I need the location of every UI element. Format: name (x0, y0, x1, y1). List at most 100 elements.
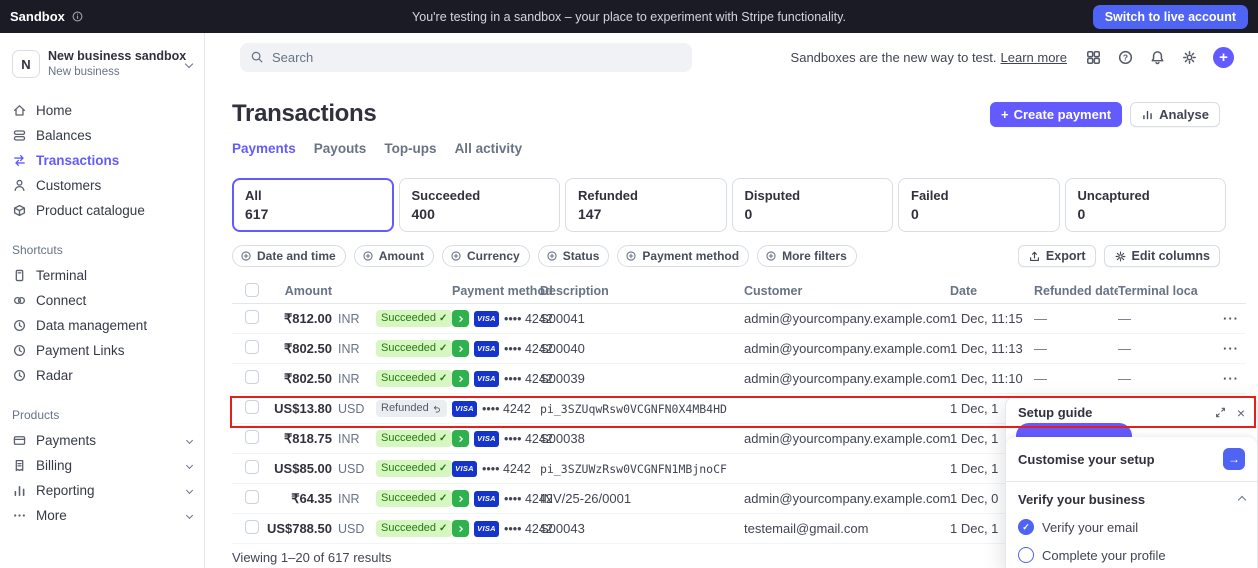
row-checkbox[interactable] (245, 340, 259, 354)
sidebar-item-data-management[interactable]: Data management (0, 313, 204, 338)
customer: admin@yourcompany.example.com (744, 491, 950, 506)
notifications-icon[interactable] (1149, 49, 1166, 66)
sidebar-item-home[interactable]: Home (0, 98, 204, 123)
info-icon[interactable] (71, 10, 84, 23)
learn-more-link[interactable]: Learn more (1001, 50, 1067, 65)
settings-icon[interactable] (1181, 49, 1198, 66)
analyse-button[interactable]: Analyse (1130, 102, 1220, 127)
amount: US$788.50 (266, 521, 332, 536)
payment-method: VISA•••• 4242 (444, 520, 540, 537)
sidebar-item-reporting[interactable]: Reporting (0, 478, 204, 503)
sidebar-item-label: More (36, 508, 67, 523)
sidebar-item-customers[interactable]: Customers (0, 173, 204, 198)
filter-chip-payment-method[interactable]: Payment method (617, 245, 749, 267)
row-overflow-button[interactable]: ··· (1216, 311, 1246, 326)
transaction-row[interactable]: ₹802.50INRSucceeded✓VISA•••• 4242S00040a… (232, 334, 1246, 364)
sidebar-item-label: Billing (36, 458, 72, 473)
edit-columns-button[interactable]: Edit columns (1104, 245, 1220, 267)
column-header-refunded-date[interactable]: Refunded date (1034, 284, 1118, 298)
circle-plus-icon (240, 250, 252, 262)
sidebar-item-payment-links[interactable]: Payment Links (0, 338, 204, 363)
filter-chip-amount[interactable]: Amount (354, 245, 434, 267)
row-checkbox[interactable] (245, 370, 259, 384)
transaction-row[interactable]: ₹812.00INRSucceeded✓VISA•••• 4242S00041a… (232, 304, 1246, 334)
account-switcher[interactable]: N New business sandbox New business (0, 45, 204, 83)
search-bar[interactable] (240, 43, 692, 72)
sidebar-item-billing[interactable]: Billing (0, 453, 204, 478)
sidebar-item-transactions[interactable]: Transactions (0, 148, 204, 173)
help-icon[interactable]: ? (1117, 49, 1134, 66)
column-header-customer[interactable]: Customer (744, 284, 950, 298)
switch-to-live-button[interactable]: Switch to live account (1093, 5, 1248, 29)
tabs: Payments Payouts Top-ups All activity (232, 141, 1246, 156)
row-checkbox[interactable] (245, 400, 259, 414)
column-header-amount[interactable]: Amount (266, 284, 332, 298)
row-checkbox[interactable] (245, 520, 259, 534)
summary-card-all[interactable]: All617 (232, 178, 394, 232)
close-icon[interactable]: × (1237, 406, 1245, 420)
select-all-checkbox[interactable] (245, 283, 259, 297)
chart-icon (1141, 108, 1154, 121)
transaction-row[interactable]: ₹802.50INRSucceeded✓VISA•••• 4242S00039a… (232, 364, 1246, 394)
amount: US$85.00 (266, 461, 332, 476)
filter-chip-more-filters[interactable]: More filters (757, 245, 857, 267)
main-header: Sandboxes are the new way to test.Learn … (205, 33, 1258, 81)
verify-business-header[interactable]: Verify your business (1006, 482, 1257, 513)
summary-card-uncaptured[interactable]: Uncaptured0 (1065, 178, 1227, 232)
sidebar-item-radar[interactable]: Radar (0, 363, 204, 388)
sidebar-item-balances[interactable]: Balances (0, 123, 204, 148)
sandboxes-icon[interactable] (1085, 49, 1102, 66)
payments-icon (12, 433, 27, 448)
sidebar-item-connect[interactable]: Connect (0, 288, 204, 313)
visa-icon: VISA (474, 431, 499, 447)
customise-setup-row[interactable]: Customise your setup → (1006, 437, 1257, 481)
box-icon (12, 203, 27, 218)
sidebar-item-more[interactable]: More (0, 503, 204, 528)
summary-card-label: Disputed (745, 188, 881, 203)
reporting-icon (12, 483, 27, 498)
tab-top-ups[interactable]: Top-ups (384, 141, 436, 156)
description: S00038 (540, 431, 744, 446)
row-checkbox[interactable] (245, 310, 259, 324)
tab-payouts[interactable]: Payouts (314, 141, 367, 156)
export-button[interactable]: Export (1018, 245, 1096, 267)
tab-payments[interactable]: Payments (232, 141, 296, 156)
card-number: •••• 4242 (482, 462, 531, 476)
arrow-right-button[interactable]: → (1223, 448, 1245, 470)
sidebar-item-terminal[interactable]: Terminal (0, 263, 204, 288)
chevron-down-icon (186, 437, 193, 444)
task-complete-icon: ✓ (1018, 519, 1034, 535)
summary-card-succeeded[interactable]: Succeeded400 (399, 178, 561, 232)
summary-card-disputed[interactable]: Disputed0 (732, 178, 894, 232)
quick-create-button[interactable]: + (1213, 47, 1234, 68)
column-header-date[interactable]: Date (950, 284, 1034, 298)
setup-task-verify-your-email[interactable]: ✓Verify your email (1006, 513, 1257, 541)
create-payment-button[interactable]: +Create payment (990, 102, 1122, 127)
status-badge: Succeeded✓ (376, 460, 452, 477)
clock-icon (12, 318, 27, 333)
row-overflow-button[interactable]: ··· (1216, 341, 1246, 356)
setup-task-complete-your-profile[interactable]: Complete your profile (1006, 541, 1257, 568)
summary-card-failed[interactable]: Failed0 (898, 178, 1060, 232)
amount: US$13.80 (266, 401, 332, 416)
column-header-description[interactable]: Description (540, 284, 744, 298)
expand-icon[interactable] (1214, 406, 1227, 419)
terminal-location: — (1118, 341, 1216, 356)
filter-chip-status[interactable]: Status (538, 245, 610, 267)
sidebar: N New business sandbox New business Home… (0, 33, 205, 568)
summary-card-refunded[interactable]: Refunded147 (565, 178, 727, 232)
column-header-payment-method[interactable]: Payment method (444, 284, 540, 298)
column-header-terminal-loca[interactable]: Terminal loca (1118, 284, 1216, 298)
sidebar-item-payments[interactable]: Payments (0, 428, 204, 453)
payment-method: VISA•••• 4242 (444, 401, 540, 417)
sidebar-item-label: Balances (36, 128, 92, 143)
filter-chip-date-and-time[interactable]: Date and time (232, 245, 346, 267)
row-checkbox[interactable] (245, 430, 259, 444)
row-checkbox[interactable] (245, 460, 259, 474)
filter-chip-currency[interactable]: Currency (442, 245, 530, 267)
row-checkbox[interactable] (245, 490, 259, 504)
search-input[interactable] (272, 50, 682, 65)
sidebar-item-product-catalogue[interactable]: Product catalogue (0, 198, 204, 223)
tab-all-activity[interactable]: All activity (455, 141, 523, 156)
row-overflow-button[interactable]: ··· (1216, 371, 1246, 386)
